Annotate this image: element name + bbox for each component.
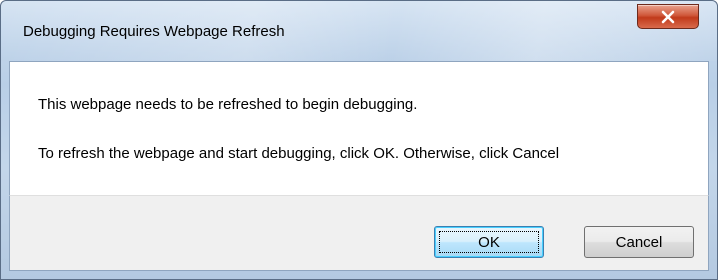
ok-button[interactable]: OK bbox=[434, 226, 544, 258]
message-line-2: To refresh the webpage and start debuggi… bbox=[38, 145, 560, 162]
ok-button-label: OK bbox=[478, 233, 500, 251]
dialog-content: This webpage needs to be refreshed to be… bbox=[9, 61, 709, 195]
title-bar[interactable]: Debugging Requires Webpage Refresh bbox=[1, 1, 717, 61]
dialog-window: Debugging Requires Webpage Refresh This … bbox=[0, 0, 718, 280]
message-line-1: This webpage needs to be refreshed to be… bbox=[38, 96, 418, 113]
button-bar: OK Cancel bbox=[9, 195, 709, 271]
close-icon bbox=[660, 10, 676, 24]
dialog-title: Debugging Requires Webpage Refresh bbox=[23, 23, 285, 40]
cancel-button-label: Cancel bbox=[615, 233, 663, 251]
cancel-button[interactable]: Cancel bbox=[584, 226, 694, 258]
close-button[interactable] bbox=[637, 4, 699, 29]
